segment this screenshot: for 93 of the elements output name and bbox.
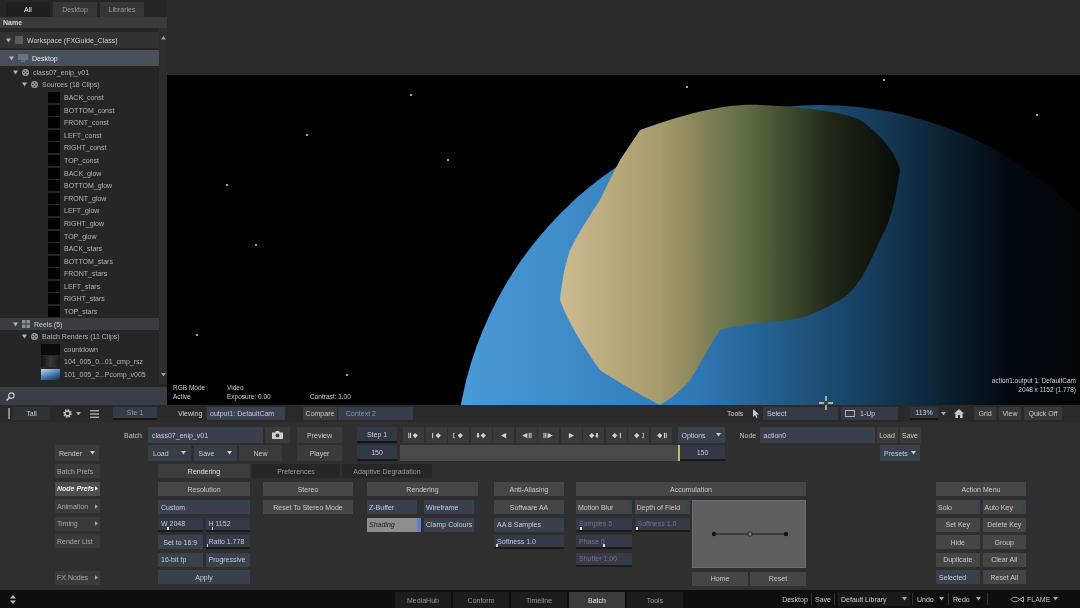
- expand-triangle-icon[interactable]: [6, 37, 11, 43]
- clip-thumbnail: [48, 205, 60, 217]
- clip-thumbnail: [48, 230, 60, 242]
- clip-thumbnail: [48, 142, 60, 154]
- keyframe-point[interactable]: [711, 531, 717, 537]
- expand-triangle-icon[interactable]: [13, 69, 18, 75]
- transport-button[interactable]: [493, 427, 514, 443]
- transport-button[interactable]: [448, 427, 469, 443]
- caret-icon: [715, 433, 721, 437]
- diamond-bracket-icon: [633, 431, 644, 439]
- marker-icon[interactable]: [496, 544, 498, 548]
- caret-icon: [181, 451, 186, 455]
- expand-triangle-icon[interactable]: [9, 55, 14, 61]
- camera-button[interactable]: [265, 427, 290, 443]
- marker-icon[interactable]: [211, 526, 214, 530]
- marker-icon[interactable]: [206, 544, 209, 548]
- pointer-icon[interactable]: [753, 409, 759, 418]
- grid-icon: [22, 320, 30, 329]
- clip-thumbnail: [48, 243, 60, 255]
- marker-icon[interactable]: [167, 526, 169, 530]
- clip-thumbnail: [48, 129, 60, 141]
- caret-icon: [76, 411, 81, 416]
- diamond-bars-icon: [655, 431, 667, 439]
- caret-icon: [941, 411, 946, 416]
- fish-icon: [1010, 595, 1024, 603]
- transport-button[interactable]: [515, 427, 537, 443]
- clip-thumbnail: [48, 154, 60, 166]
- transport-button[interactable]: [470, 427, 492, 443]
- clip-thumbnail: [48, 306, 60, 318]
- diamond-arrow-icon: [588, 431, 599, 439]
- search-icon: [6, 391, 15, 401]
- crosshair-icon[interactable]: [819, 396, 833, 410]
- transport-button[interactable]: [403, 427, 424, 443]
- reel-icon: [31, 81, 38, 89]
- clip-thumbnail: [48, 180, 60, 192]
- indicator-icon: [975, 500, 980, 514]
- camera-icon: [272, 431, 283, 439]
- bracket-diamond-icon: [453, 431, 464, 439]
- caret-icon: [226, 451, 232, 455]
- tile-icon: [15, 36, 23, 44]
- keyframe-point[interactable]: [783, 531, 789, 537]
- transport-button[interactable]: [650, 427, 672, 443]
- clip-thumbnail: [48, 255, 60, 267]
- step-back-icon: [520, 431, 532, 439]
- transport-button[interactable]: [560, 427, 582, 443]
- clip-thumbnail: [48, 104, 60, 116]
- search-field[interactable]: [0, 387, 167, 405]
- transport-button[interactable]: [538, 427, 559, 443]
- bar-diamond-icon: [430, 431, 442, 439]
- expand-triangle-icon[interactable]: [22, 334, 27, 340]
- play-reverse-icon: [498, 431, 509, 439]
- arrow-diamond-icon: [475, 431, 487, 439]
- caret-icon: [90, 451, 95, 455]
- indicator-icon: [417, 517, 421, 532]
- clip-thumbnail: [48, 192, 60, 204]
- arrow-up-icon[interactable]: [160, 36, 166, 40]
- step-forward-icon: [543, 431, 554, 439]
- up-down-arrows-icon[interactable]: [10, 594, 16, 604]
- reel-icon: [31, 333, 38, 341]
- caret-icon: [939, 597, 944, 601]
- indicator-icon: [627, 500, 632, 514]
- bars-diamond-icon: [408, 431, 419, 439]
- clip-thumbnail: [48, 92, 60, 103]
- caret-icon: [911, 451, 916, 455]
- clip-thumbnail: [48, 293, 60, 305]
- clip-thumbnail: [48, 167, 60, 179]
- list-icon[interactable]: [90, 409, 99, 418]
- arrow-down-icon[interactable]: [160, 372, 166, 376]
- home-icon[interactable]: [954, 409, 964, 418]
- caret-icon: [976, 597, 981, 601]
- transport-button[interactable]: [583, 427, 604, 443]
- transport-button[interactable]: [425, 427, 447, 443]
- expand-triangle-icon[interactable]: [13, 321, 18, 327]
- reel-icon: [22, 68, 29, 76]
- caret-icon: [902, 597, 907, 601]
- playhead-marker[interactable]: [678, 445, 680, 461]
- clip-thumbnail: [41, 356, 60, 368]
- transport-button[interactable]: [628, 427, 649, 443]
- caret-icon: [1053, 597, 1059, 601]
- clip-thumbnail: [41, 343, 60, 355]
- expand-triangle-icon[interactable]: [22, 82, 27, 88]
- window-icon: [845, 410, 855, 417]
- diamond-bar-icon: [610, 431, 622, 439]
- transport-button[interactable]: [605, 427, 627, 443]
- gear-icon[interactable]: [63, 409, 72, 418]
- clip-thumbnail: [48, 268, 60, 280]
- monitor-icon: [18, 54, 28, 62]
- scrollbar[interactable]: [159, 28, 167, 384]
- keyframe-point[interactable]: [747, 531, 753, 537]
- clip-thumbnail: [48, 280, 60, 292]
- clip-thumbnail: [41, 369, 60, 381]
- clip-thumbnail: [48, 217, 60, 229]
- clip-thumbnail: [48, 117, 60, 129]
